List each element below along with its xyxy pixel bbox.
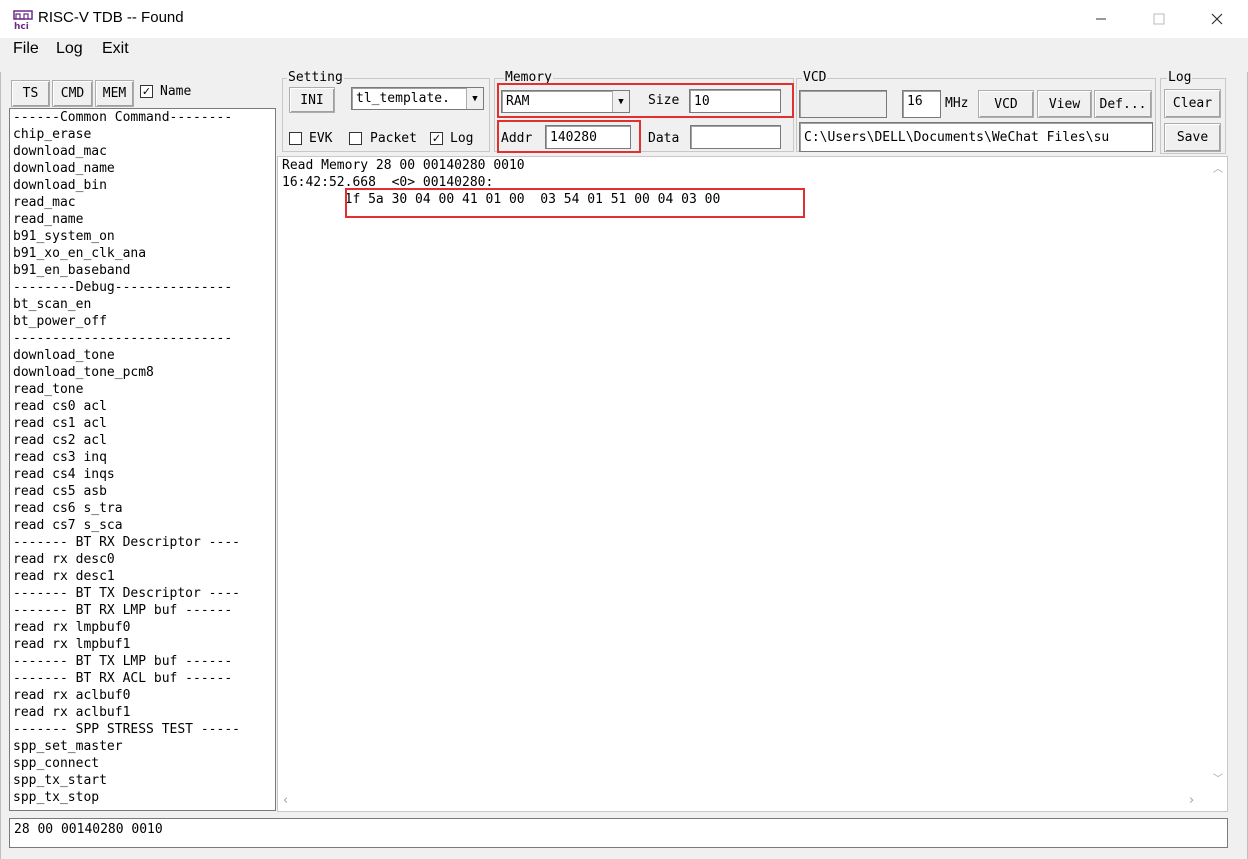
output-pane[interactable]: Read Memory 28 00 00140280 0010 16:42:52… <box>277 156 1228 812</box>
svg-text:hci: hci <box>14 22 29 30</box>
scroll-left-icon[interactable]: ‹ <box>283 793 288 808</box>
command-list-item[interactable]: download_mac <box>10 143 275 160</box>
command-list-item[interactable]: read rx aclbuf0 <box>10 687 275 704</box>
menu-exit[interactable]: Exit <box>102 40 129 58</box>
command-list-item[interactable]: ------- BT TX LMP buf ------ <box>10 653 275 670</box>
command-list-item[interactable]: read_name <box>10 211 275 228</box>
template-select[interactable]: tl_template. ▼ <box>351 87 484 110</box>
frequency-input[interactable]: 16 <box>902 90 941 118</box>
command-list-item[interactable]: b91_system_on <box>10 228 275 245</box>
maximize-icon[interactable] <box>1130 0 1188 38</box>
command-list-item[interactable]: download_tone <box>10 347 275 364</box>
command-list-item[interactable]: read_mac <box>10 194 275 211</box>
vcd-display <box>799 90 887 118</box>
log-label: Log <box>450 131 474 146</box>
horizontal-scrollbar[interactable]: ‹ › <box>279 792 1208 810</box>
command-list-item[interactable]: ------Common Command-------- <box>10 109 275 126</box>
command-list-item[interactable]: read rx lmpbuf0 <box>10 619 275 636</box>
command-list-item[interactable]: read cs1 acl <box>10 415 275 432</box>
command-list-item[interactable]: read cs3 inq <box>10 449 275 466</box>
save-log-button[interactable]: Save <box>1164 123 1221 152</box>
mhz-label: MHz <box>945 96 969 111</box>
menu-log[interactable]: Log <box>56 40 83 58</box>
command-list-item[interactable]: read rx aclbuf1 <box>10 704 275 721</box>
command-list-item[interactable]: ------- BT TX Descriptor ---- <box>10 585 275 602</box>
scroll-right-icon[interactable]: › <box>1189 793 1194 808</box>
vcd-button[interactable]: VCD <box>978 90 1034 118</box>
highlight-box-memory-size <box>497 83 794 118</box>
clear-button[interactable]: Clear <box>1164 89 1221 118</box>
command-list-item[interactable]: read cs6 s_tra <box>10 500 275 517</box>
template-select-value: tl_template. <box>356 91 450 106</box>
command-list-item[interactable]: b91_xo_en_clk_ana <box>10 245 275 262</box>
command-list-item[interactable]: read cs0 acl <box>10 398 275 415</box>
command-list-item[interactable]: bt_scan_en <box>10 296 275 313</box>
command-list-item[interactable]: ------- SPP STRESS TEST ----- <box>10 721 275 738</box>
command-list-item[interactable]: read cs5 asb <box>10 483 275 500</box>
name-checkbox[interactable]: ✓ <box>140 85 153 98</box>
data-input[interactable] <box>690 125 781 149</box>
evk-label: EVK <box>309 131 333 146</box>
command-list-item[interactable]: chip_erase <box>10 126 275 143</box>
command-list-item[interactable]: spp_tx_stop <box>10 789 275 806</box>
menu-file[interactable]: File <box>13 40 39 58</box>
vertical-scrollbar[interactable]: ︿ ﹀ <box>1208 158 1227 790</box>
ts-button[interactable]: TS <box>11 80 50 107</box>
command-list-item[interactable]: spp_connect <box>10 755 275 772</box>
log-group-title: Log <box>1167 70 1193 85</box>
command-list-item[interactable]: spp_set_master <box>10 738 275 755</box>
command-list[interactable]: ------Common Command-------- chip_erase do… <box>9 108 276 811</box>
window-title: RISC-V TDB -- Found <box>38 9 184 26</box>
command-list-item[interactable]: read rx desc1 <box>10 568 275 585</box>
command-list-item[interactable]: read rx desc0 <box>10 551 275 568</box>
def-button[interactable]: Def... <box>1094 90 1152 118</box>
setting-group-title: Setting <box>287 70 344 85</box>
command-list-item[interactable]: b91_en_baseband <box>10 262 275 279</box>
command-list-item[interactable]: ------- BT RX LMP buf ------ <box>10 602 275 619</box>
command-list-item[interactable]: spp_tx_start <box>10 772 275 789</box>
packet-checkbox[interactable] <box>349 132 362 145</box>
output-line: Read Memory 28 00 00140280 0010 <box>282 158 525 173</box>
command-list-item[interactable]: read cs4 inqs <box>10 466 275 483</box>
command-list-item[interactable]: read cs2 acl <box>10 432 275 449</box>
command-list-item[interactable]: ------- BT RX Descriptor ---- <box>10 534 275 551</box>
data-label: Data <box>648 131 680 146</box>
command-list-item[interactable]: ---------------------------- <box>10 330 275 347</box>
highlight-box-hex-data <box>345 188 805 218</box>
name-label: Name <box>160 84 192 99</box>
evk-checkbox[interactable] <box>289 132 302 145</box>
command-list-item[interactable]: download_tone_pcm8 <box>10 364 275 381</box>
menu-bar <box>0 38 1248 72</box>
minimize-icon[interactable] <box>1072 0 1130 38</box>
command-input[interactable]: 28 00 00140280 0010 <box>9 818 1228 848</box>
vcd-path-input[interactable]: C:\Users\DELL\Documents\WeChat Files\su <box>799 122 1153 152</box>
command-list-item[interactable]: --------Debug--------------- <box>10 279 275 296</box>
command-list-item[interactable]: read cs7 s_sca <box>10 517 275 534</box>
cmd-button[interactable]: CMD <box>52 80 93 107</box>
command-list-item[interactable]: read rx lmpbuf1 <box>10 636 275 653</box>
log-checkbox[interactable]: ✓ <box>430 132 443 145</box>
title-bar: hci RISC-V TDB -- Found <box>0 0 1248 38</box>
view-button[interactable]: View <box>1037 90 1092 118</box>
command-list-item[interactable]: download_bin <box>10 177 275 194</box>
command-list-item[interactable]: read_tone <box>10 381 275 398</box>
close-icon[interactable] <box>1188 0 1246 38</box>
app-icon: hci <box>13 10 33 32</box>
mem-button[interactable]: MEM <box>95 80 134 107</box>
command-list-item[interactable]: download_name <box>10 160 275 177</box>
scroll-up-icon[interactable]: ︿ <box>1213 160 1223 175</box>
chevron-down-icon[interactable]: ▼ <box>466 88 483 109</box>
scroll-down-icon[interactable]: ﹀ <box>1213 770 1223 785</box>
command-list-item[interactable]: ------- BT RX ACL buf ------ <box>10 670 275 687</box>
ini-button[interactable]: INI <box>289 87 335 113</box>
packet-label: Packet <box>370 131 417 146</box>
vcd-group-title: VCD <box>802 70 828 85</box>
command-list-item[interactable]: bt_power_off <box>10 313 275 330</box>
highlight-box-addr <box>497 120 641 153</box>
